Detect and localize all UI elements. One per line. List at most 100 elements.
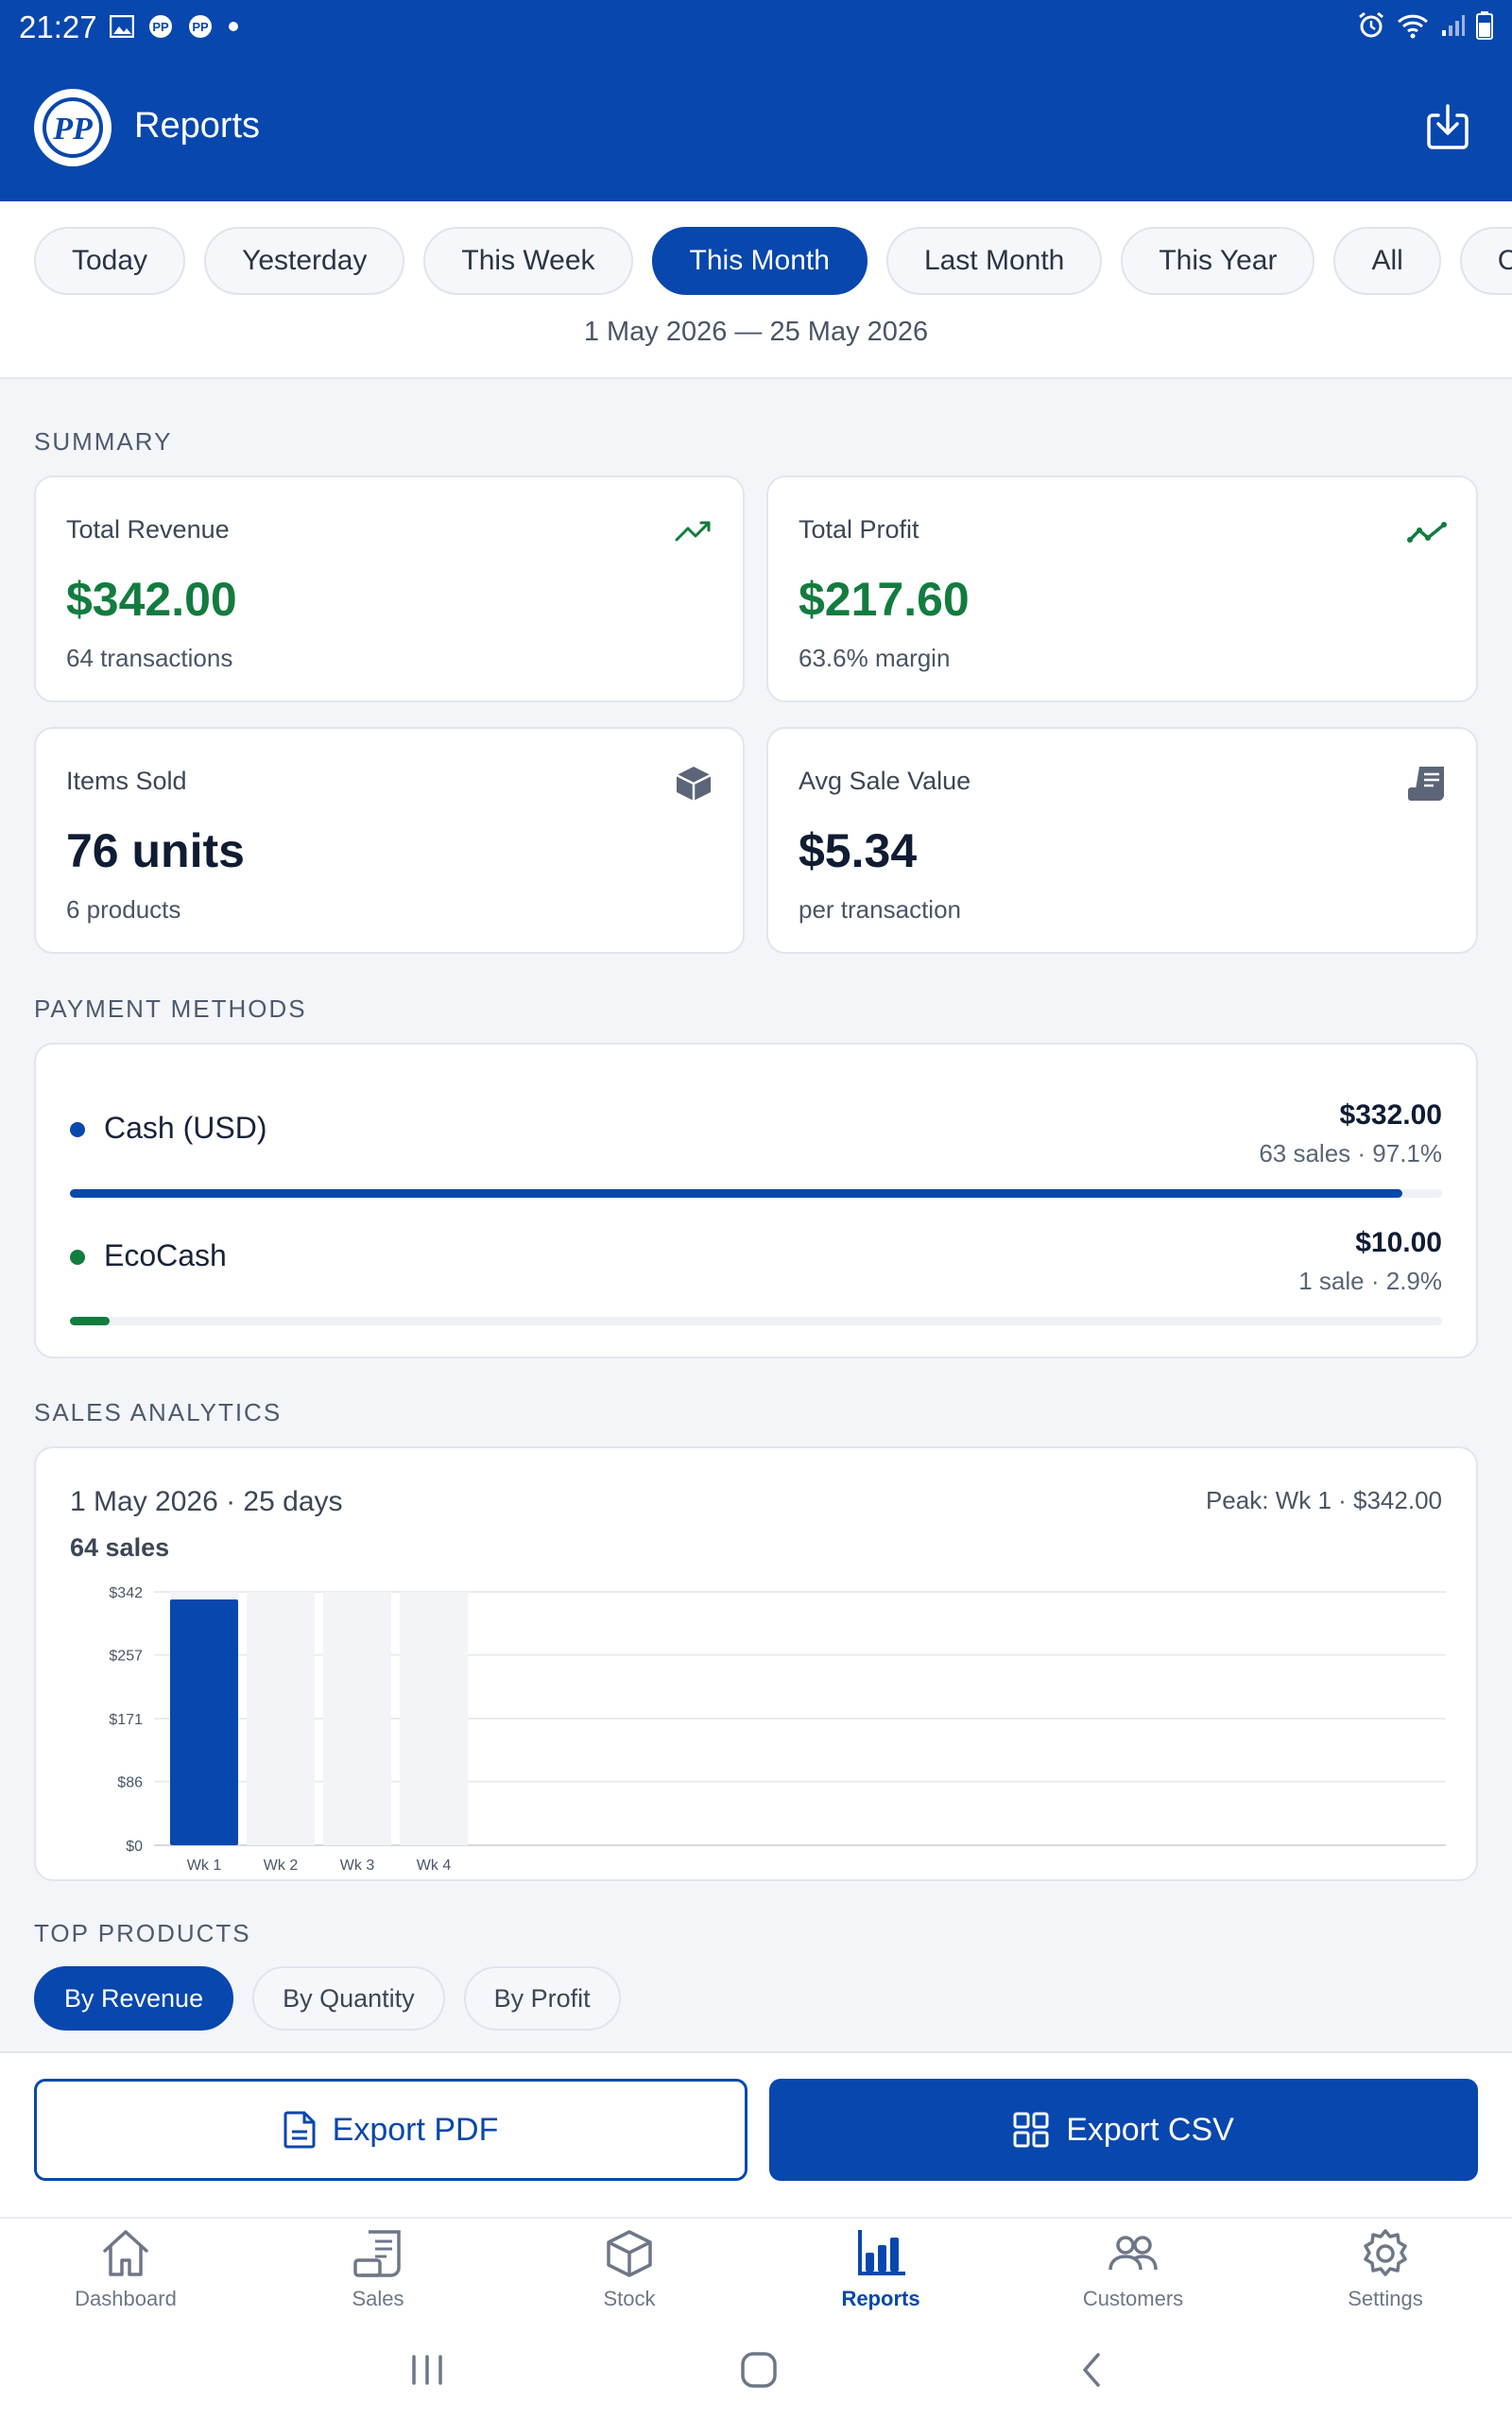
status-time: 21:27 <box>19 9 97 44</box>
payment-methods-heading: PAYMENT METHODS <box>34 994 307 1023</box>
nav-item-dashboard[interactable]: Dashboard <box>31 2228 220 2311</box>
stat-sub: 6 products <box>66 895 181 924</box>
legend-dot <box>70 1250 85 1265</box>
top-products-tab-profit[interactable]: By Profit <box>463 1966 621 2031</box>
export-pdf-button[interactable]: Export PDF <box>34 2079 747 2181</box>
date-range: 1 May 2026 — 25 May 2026 <box>583 317 929 347</box>
bar-background <box>247 1592 315 1845</box>
nav-item-settings[interactable]: Settings <box>1291 2228 1480 2311</box>
y-tick-label: $86 <box>117 1775 143 1791</box>
app-logo: PP <box>34 89 112 166</box>
recent-apps-icon[interactable] <box>408 2351 446 2389</box>
receipt-icon <box>1408 767 1444 801</box>
stat-sub: 63.6% margin <box>799 644 951 672</box>
export-csv-button[interactable]: Export CSV <box>769 2079 1478 2181</box>
image-icon <box>110 15 134 38</box>
gear-icon <box>1364 2229 1407 2276</box>
stat-label: Total Profit <box>799 515 919 544</box>
nav-item-customers[interactable]: Customers <box>1039 2228 1228 2311</box>
bottom-navigation: Dashboard Sales Stock Reports Customers … <box>0 2217 1512 2321</box>
grid-icon <box>1013 2112 1049 2148</box>
battery-icon <box>1476 11 1493 40</box>
nav-label: Customers <box>1082 2287 1184 2310</box>
users-icon <box>1108 2236 1158 2271</box>
bar-chart-icon <box>858 2230 905 2275</box>
system-navigation-bar <box>0 2321 1512 2420</box>
trending-up-icon <box>675 521 711 542</box>
x-tick-label: Wk 2 <box>264 1858 299 1874</box>
stat-sub: per transaction <box>799 895 961 924</box>
nav-label: Reports <box>841 2287 920 2310</box>
nav-label: Dashboard <box>75 2287 177 2310</box>
payment-method-meta: 63 sales · 97.1% <box>1259 1139 1442 1167</box>
stat-value: $342.00 <box>66 573 237 626</box>
alarm-icon <box>1359 11 1383 38</box>
receipt-icon <box>353 2230 401 2277</box>
nav-label: Stock <box>603 2287 656 2310</box>
download-button[interactable] <box>1425 102 1470 151</box>
period-tab-this-year[interactable]: This Year <box>1121 227 1315 295</box>
trend-line-icon <box>1407 522 1447 543</box>
top-products-heading: TOP PRODUCTS <box>34 1919 251 1947</box>
payment-share-fill <box>70 1189 1402 1198</box>
signal-icon <box>1442 15 1465 36</box>
download-icon <box>1427 104 1469 149</box>
wifi-icon <box>1397 14 1429 39</box>
payment-share-bar <box>70 1317 1442 1325</box>
svg-text:PP: PP <box>152 20 169 34</box>
total-profit-card: Total Profit $217.60 63.6% margin <box>766 475 1478 702</box>
y-tick-label: $257 <box>109 1649 143 1665</box>
logo-text: PP <box>52 112 93 147</box>
x-tick-label: Wk 1 <box>187 1858 222 1874</box>
export-bar: Export PDF Export CSV <box>0 2051 1512 2217</box>
period-tab-this-week[interactable]: This Week <box>423 227 633 295</box>
cube-icon <box>676 767 712 801</box>
nav-label: Settings <box>1348 2287 1423 2310</box>
back-icon[interactable] <box>1074 2351 1111 2389</box>
nav-item-reports[interactable]: Reports <box>786 2228 975 2311</box>
export-csv-label: Export CSV <box>1066 2111 1234 2148</box>
app-header: 21:27 PP PP PP Reports <box>0 0 1512 201</box>
period-tab-today[interactable]: Today <box>34 227 186 295</box>
home-button-icon[interactable] <box>739 2350 779 2390</box>
status-bar: 21:27 PP PP <box>0 0 1512 57</box>
avg-sale-value-card: Avg Sale Value $5.34 per transaction <box>766 727 1478 954</box>
y-tick-label: $342 <box>109 1585 143 1601</box>
period-tab-custom[interactable]: Custom <box>1459 227 1512 295</box>
nav-item-sales[interactable]: Sales <box>284 2228 472 2311</box>
period-tab-last-month[interactable]: Last Month <box>885 227 1103 295</box>
period-tab-all[interactable]: All <box>1333 227 1441 295</box>
summary-heading: SUMMARY <box>34 427 173 456</box>
stat-label: Avg Sale Value <box>799 767 971 795</box>
total-revenue-card: Total Revenue $342.00 64 transactions <box>34 475 745 702</box>
export-pdf-label: Export PDF <box>332 2111 499 2148</box>
stat-value: $217.60 <box>799 573 970 626</box>
sales-analytics-card: 1 May 2026 · 25 days 64 sales Peak: Wk 1… <box>34 1446 1478 1881</box>
payment-share-bar <box>70 1189 1442 1198</box>
payment-method-cash: Cash (USD) $332.00 63 sales · 97.1% <box>70 1099 1442 1184</box>
home-icon <box>103 2230 148 2276</box>
stat-value: $5.34 <box>799 824 918 877</box>
stat-label: Items Sold <box>66 767 187 795</box>
page-title: Reports <box>134 106 261 146</box>
period-selector: Today Yesterday This Week This Month Las… <box>0 201 1512 379</box>
svg-text:PP: PP <box>192 20 209 34</box>
document-icon <box>284 2111 316 2149</box>
nav-item-stock[interactable]: Stock <box>535 2228 724 2311</box>
nav-label: Sales <box>352 2287 404 2310</box>
top-products-tab-quantity[interactable]: By Quantity <box>252 1966 445 2031</box>
period-tab-yesterday[interactable]: Yesterday <box>204 227 405 295</box>
dot-icon <box>229 22 238 31</box>
y-tick-label: $171 <box>109 1712 143 1728</box>
bar[interactable] <box>170 1599 238 1845</box>
payment-method-meta: 1 sale · 2.9% <box>1298 1267 1442 1295</box>
period-tab-this-month[interactable]: This Month <box>651 227 868 295</box>
y-tick-label: $0 <box>126 1839 143 1855</box>
payment-method-amount: $332.00 <box>1339 1099 1442 1131</box>
top-products-tab-revenue[interactable]: By Revenue <box>34 1966 234 2031</box>
app-notification-icon: PP <box>189 15 212 38</box>
legend-dot <box>70 1122 85 1137</box>
payment-share-fill <box>70 1317 111 1325</box>
payment-methods-card: Cash (USD) $332.00 63 sales · 97.1% EcoC… <box>34 1043 1478 1358</box>
stat-value: 76 units <box>66 824 245 877</box>
